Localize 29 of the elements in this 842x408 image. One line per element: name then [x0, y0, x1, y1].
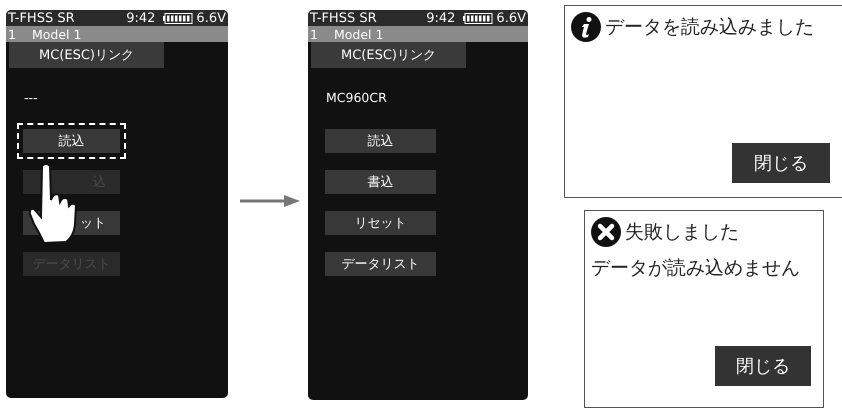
menu-button[interactable]: リセット: [325, 211, 436, 235]
close-button[interactable]: 閉じる: [715, 346, 811, 386]
time-label: 9:42: [426, 10, 456, 26]
close-button[interactable]: 閉じる: [732, 143, 830, 184]
battery-icon: [463, 12, 494, 24]
screen-title: MC(ESC)リンク: [9, 42, 164, 68]
menu-button[interactable]: 読込: [23, 129, 120, 153]
menu-button[interactable]: 書込: [325, 170, 436, 194]
voltage-label: 6.6V: [196, 10, 226, 26]
device-name: ---: [24, 90, 39, 106]
menu-button[interactable]: データリスト: [325, 252, 436, 276]
dialog-title: 失敗しました: [625, 220, 739, 246]
voltage-label: 6.6V: [496, 10, 526, 26]
screen-title: MC(ESC)リンク: [311, 42, 466, 68]
time-label: 9:42: [126, 10, 156, 26]
model-number: 1: [8, 26, 17, 42]
arrow-icon: [240, 195, 300, 207]
battery-icon: [163, 12, 194, 24]
dialog-title: データを読み込みました: [605, 15, 814, 40]
error-icon: [591, 217, 621, 248]
dialog-message: データが読み込めません: [591, 256, 801, 282]
model-name: Model 1: [334, 26, 384, 42]
menu-button[interactable]: 読込: [325, 129, 436, 153]
system-label: T-FHSS SR: [8, 10, 76, 26]
model-number: 1: [310, 26, 319, 42]
system-label: T-FHSS SR: [310, 10, 378, 26]
info-icon: [571, 12, 601, 42]
model-name: Model 1: [32, 26, 82, 42]
device-name: MC960CR: [326, 90, 388, 106]
